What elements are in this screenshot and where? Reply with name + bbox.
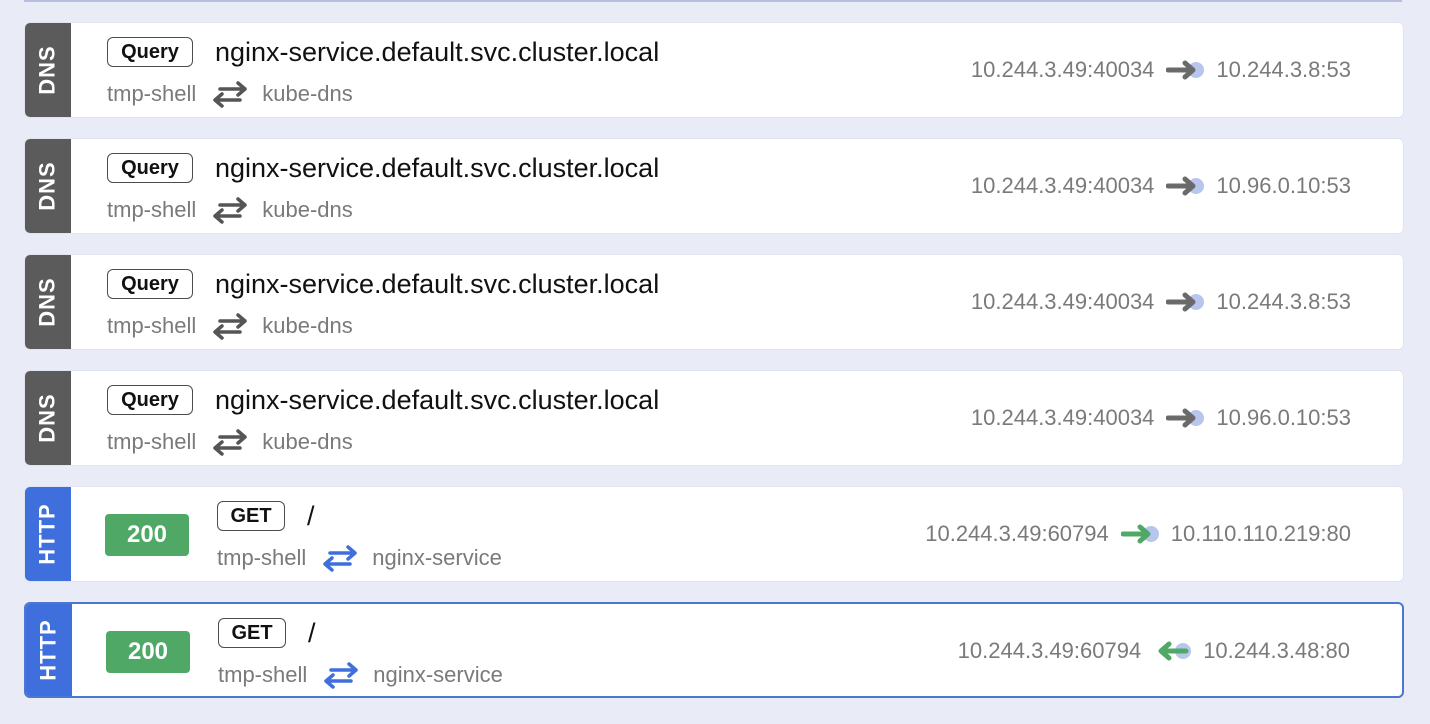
traffic-entry[interactable]: DNS Query nginx-service.default.svc.clus… xyxy=(24,22,1404,118)
endpoint-pair: 10.244.3.49:40034 10.96.0.10:53 xyxy=(971,173,1351,199)
traffic-entry[interactable]: DNS Query nginx-service.default.svc.clus… xyxy=(24,370,1404,466)
status-badge: 200 xyxy=(105,514,189,556)
top-divider xyxy=(24,0,1402,2)
outgoing-arrow-icon xyxy=(1166,289,1206,315)
protocol-tag: DNS xyxy=(25,23,71,117)
destination-address: 10.244.3.8:53 xyxy=(1216,57,1351,82)
source-name: tmp-shell xyxy=(107,197,197,222)
outgoing-arrow-icon xyxy=(1166,57,1206,83)
swap-arrows-icon xyxy=(322,543,358,573)
protocol-tag: DNS xyxy=(25,139,71,233)
protocol-tag: DNS xyxy=(25,255,71,349)
status-badge: 200 xyxy=(106,631,190,673)
outgoing-arrow-icon xyxy=(1166,405,1206,431)
dest-name: kube-dns xyxy=(262,197,353,222)
method-badge: GET xyxy=(217,501,285,531)
endpoint-pair: 10.244.3.49:40034 10.96.0.10:53 xyxy=(971,405,1351,431)
outgoing-arrow-icon xyxy=(1120,521,1161,547)
outgoing-arrow-icon xyxy=(1166,173,1206,199)
service-pair: tmp-shell kube-dns xyxy=(107,427,353,457)
destination-address: 10.96.0.10:53 xyxy=(1216,405,1351,430)
traffic-entry[interactable]: HTTP 200 GET / tmp-shell nginx-service 1… xyxy=(24,486,1404,582)
source-name: tmp-shell xyxy=(217,545,307,570)
destination-address: 10.110.110.219:80 xyxy=(1170,521,1351,546)
dest-name: kube-dns xyxy=(262,313,353,338)
entry-summary: / xyxy=(308,618,316,648)
traffic-entry-list: DNS Query nginx-service.default.svc.clus… xyxy=(24,22,1404,718)
traffic-entry[interactable]: DNS Query nginx-service.default.svc.clus… xyxy=(24,254,1404,350)
swap-arrows-icon xyxy=(212,79,248,109)
service-pair: tmp-shell nginx-service xyxy=(217,543,502,573)
entry-summary: / xyxy=(307,501,315,531)
protocol-tag: HTTP xyxy=(25,487,71,581)
service-pair: tmp-shell kube-dns xyxy=(107,79,353,109)
service-pair: tmp-shell nginx-service xyxy=(218,660,503,690)
traffic-entry[interactable]: DNS Query nginx-service.default.svc.clus… xyxy=(24,138,1404,234)
entry-summary: nginx-service.default.svc.cluster.local xyxy=(215,269,660,299)
destination-address: 10.244.3.8:53 xyxy=(1216,289,1351,314)
endpoint-pair: 10.244.3.49:40034 10.244.3.8:53 xyxy=(971,289,1351,315)
dest-name: kube-dns xyxy=(262,429,353,454)
endpoint-pair: 10.244.3.49:40034 10.244.3.8:53 xyxy=(971,57,1351,83)
service-pair: tmp-shell kube-dns xyxy=(107,311,353,341)
method-badge: GET xyxy=(218,618,286,648)
source-name: tmp-shell xyxy=(107,81,197,106)
incoming-arrow-icon xyxy=(1153,638,1193,664)
entry-summary: nginx-service.default.svc.cluster.local xyxy=(215,37,660,67)
method-badge: Query xyxy=(107,385,193,415)
dest-name: nginx-service xyxy=(372,545,502,570)
protocol-tag: DNS xyxy=(25,371,71,465)
method-badge: Query xyxy=(107,37,193,67)
swap-arrows-icon xyxy=(212,195,248,225)
source-name: tmp-shell xyxy=(107,313,197,338)
source-address: 10.244.3.49:40034 xyxy=(970,405,1155,430)
entry-summary: nginx-service.default.svc.cluster.local xyxy=(215,385,660,415)
endpoint-pair: 10.244.3.49:60794 10.110.110.219:80 xyxy=(925,521,1351,547)
destination-address: 10.96.0.10:53 xyxy=(1216,173,1351,198)
source-address: 10.244.3.49:60794 xyxy=(957,638,1142,663)
source-address: 10.244.3.49:40034 xyxy=(970,289,1155,314)
source-name: tmp-shell xyxy=(107,429,197,454)
endpoint-pair: 10.244.3.49:60794 10.244.3.48:80 xyxy=(958,638,1350,664)
protocol-tag: HTTP xyxy=(26,604,72,696)
source-address: 10.244.3.49:40034 xyxy=(970,173,1155,198)
swap-arrows-icon xyxy=(212,427,248,457)
source-name: tmp-shell xyxy=(218,662,308,687)
entry-summary: nginx-service.default.svc.cluster.local xyxy=(215,153,660,183)
source-address: 10.244.3.49:60794 xyxy=(925,521,1109,546)
method-badge: Query xyxy=(107,153,193,183)
method-badge: Query xyxy=(107,269,193,299)
traffic-entry-selected[interactable]: HTTP 200 GET / tmp-shell nginx-service 1… xyxy=(24,602,1404,698)
source-address: 10.244.3.49:40034 xyxy=(970,57,1155,82)
service-pair: tmp-shell kube-dns xyxy=(107,195,353,225)
swap-arrows-icon xyxy=(323,660,359,690)
dest-name: nginx-service xyxy=(373,662,503,687)
dest-name: kube-dns xyxy=(262,81,353,106)
swap-arrows-icon xyxy=(212,311,248,341)
destination-address: 10.244.3.48:80 xyxy=(1203,638,1350,663)
